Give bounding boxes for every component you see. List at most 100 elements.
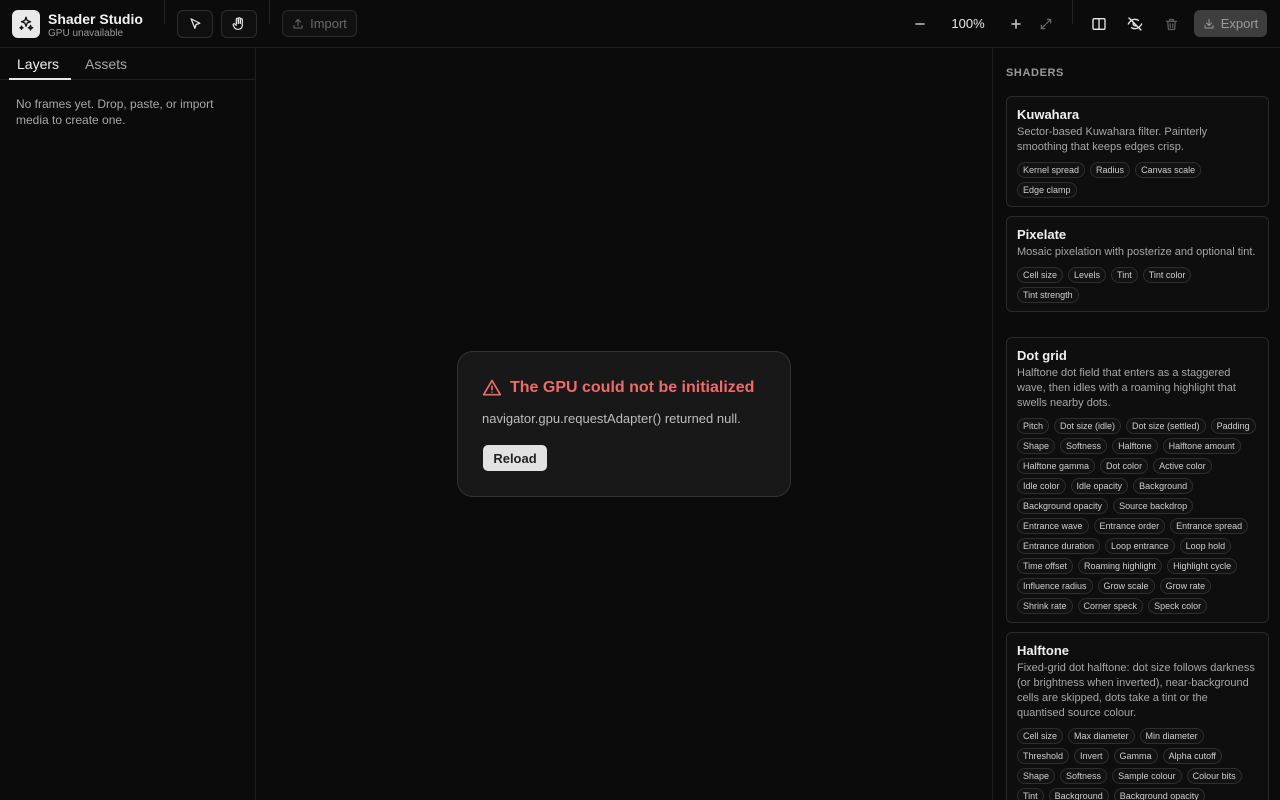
eye-off-icon [1127,17,1143,31]
error-header: The GPU could not be initialized [482,378,754,398]
shader-description: Mosaic pixelation with posterize and opt… [1017,246,1256,258]
shader-param-chip: Loop entrance [1105,538,1175,554]
shader-param-chip: Background opacity [1017,498,1109,514]
shader-param-chip: Max diameter [1068,728,1135,744]
shader-param-chip: Levels [1068,267,1107,283]
shader-title: Halftone [1017,643,1069,658]
shader-param-chip: Shrink rate [1017,598,1073,614]
shader-param-chip: Active color [1153,458,1212,474]
shader-param-chip: Tint color [1142,267,1192,283]
shader-params: Pitch Dot size (idle) Dot size (settled) Pa… [1017,418,1258,614]
visibility-toggle-button[interactable] [1123,12,1147,36]
tab-assets[interactable]: Assets [85,56,127,72]
shader-param-chip: Background opacity [1113,788,1205,800]
shader-param-chip: Corner speck [1077,598,1144,614]
shader-param-chip: Cell size [1017,267,1064,283]
shader-param-chip: Invert [1074,748,1109,764]
shader-param-chip: Halftone [1112,438,1158,454]
shader-card[interactable]: Kuwahara Sector-based Kuwahara filter. Pa… [1006,96,1269,207]
shader-title: Kuwahara [1017,107,1080,122]
shader-param-chip: Roaming highlight [1078,558,1163,574]
shader-param-chip: Alpha cutoff [1162,748,1222,764]
app-logo-icon [12,10,40,38]
import-button[interactable]: Import [282,10,357,37]
shader-param-chip: Background [1048,788,1109,800]
shader-param-chip: Tint [1111,267,1138,283]
app-window: Shader Studio GPU unavailable Import 100… [0,0,1280,800]
shader-description: Halftone dot field that enters as a stag… [1017,367,1236,409]
warning-icon [482,379,502,396]
shader-param-chip: Entrance order [1093,518,1166,534]
shader-card[interactable]: Halftone Fixed-grid dot halftone: dot siz… [1006,632,1269,800]
shader-title: Pixelate [1017,227,1067,242]
minus-icon [915,23,925,25]
shader-param-chip: Grow rate [1159,578,1212,594]
fit-view-button[interactable] [1034,12,1058,36]
shader-param-chip: Cell size [1017,728,1064,744]
toolbar-divider [1072,0,1073,24]
shader-param-chip: Entrance duration [1017,538,1101,554]
shader-param-chip: Idle color [1017,478,1066,494]
shader-param-chip: Entrance spread [1170,518,1249,534]
shader-param-chip: Dot color [1100,458,1149,474]
shader-param-chip: Tint [1017,788,1044,800]
shader-param-chip: Shape [1017,438,1056,454]
expand-icon [1040,18,1052,30]
top-bar: Shader Studio GPU unavailable Import 100… [0,0,1280,48]
shader-param-chip: Softness [1060,438,1108,454]
plus-icon [1011,19,1021,29]
active-tab-indicator [9,78,71,80]
download-icon [1204,18,1214,28]
tab-layers[interactable]: Layers [17,56,59,72]
shader-param-chip: Highlight cycle [1167,558,1238,574]
upload-icon [293,18,303,28]
shader-param-chip: Kernel spread [1017,162,1086,178]
left-panel: Layers Assets No frames yet. Drop, paste… [0,48,256,800]
canvas-area[interactable]: The GPU could not be initialized navigat… [256,48,992,800]
shader-param-chip: Source backdrop [1113,498,1194,514]
shader-description: Sector-based Kuwahara filter. Painterly … [1017,126,1208,153]
reload-button[interactable]: Reload [483,445,547,471]
shader-card[interactable]: Pixelate Mosaic pixelation with posterize… [1006,216,1269,312]
shader-param-chip: Idle opacity [1070,478,1129,494]
shaders-heading: SHADERS [1006,67,1064,79]
shader-param-chip: Loop hold [1179,538,1232,554]
left-panel-tabs: Layers Assets [0,48,255,80]
shader-param-chip: Radius [1090,162,1131,178]
shader-param-chip: Time offset [1017,558,1074,574]
layers-empty-message: No frames yet. Drop, paste, or import me… [16,97,214,127]
shader-param-chip: Colour bits [1186,768,1242,784]
delete-button[interactable] [1159,12,1183,36]
shader-param-chip: Min diameter [1139,728,1204,744]
shader-param-chip: Grow scale [1097,578,1155,594]
zoom-out-button[interactable] [908,12,932,36]
shader-params: Cell size Levels Tint Tint color Tint streng… [1017,267,1258,303]
brand: Shader Studio GPU unavailable [48,11,143,40]
hand-icon [232,17,243,30]
gpu-status: GPU unavailable [48,28,124,39]
zoom-in-button[interactable] [1004,12,1028,36]
app-title: Shader Studio [48,11,143,27]
zoom-level: 100% [951,16,985,31]
toolbar-divider [164,0,165,24]
error-message: navigator.gpu.requestAdapter() returned … [482,411,741,426]
shader-params: Cell size Max diameter Min diameter Thresho… [1017,728,1258,800]
export-button[interactable]: Export [1194,10,1267,37]
shader-param-chip: Sample colour [1112,768,1182,784]
pan-tool-button[interactable] [221,10,257,38]
error-title: The GPU could not be initialized [510,379,755,396]
shader-param-chip: Tint strength [1017,287,1079,303]
shader-param-chip: Canvas scale [1135,162,1202,178]
shader-param-chip: Dot size (settled) [1126,418,1206,434]
compare-toggle-button[interactable] [1087,12,1111,36]
shader-param-chip: Softness [1060,768,1108,784]
shader-param-chip: Influence radius [1017,578,1093,594]
toolbar-divider [269,0,270,24]
shader-description: Fixed-grid dot halftone: dot size follow… [1017,662,1255,719]
shader-param-chip: Halftone amount [1162,438,1241,454]
gpu-error-dialog: The GPU could not be initialized navigat… [457,351,791,497]
select-tool-button[interactable] [177,10,213,38]
cursor-arrow-icon [190,17,200,29]
import-label: Import [310,16,347,31]
shader-card[interactable]: Dot grid Halftone dot field that enters a… [1006,337,1269,623]
